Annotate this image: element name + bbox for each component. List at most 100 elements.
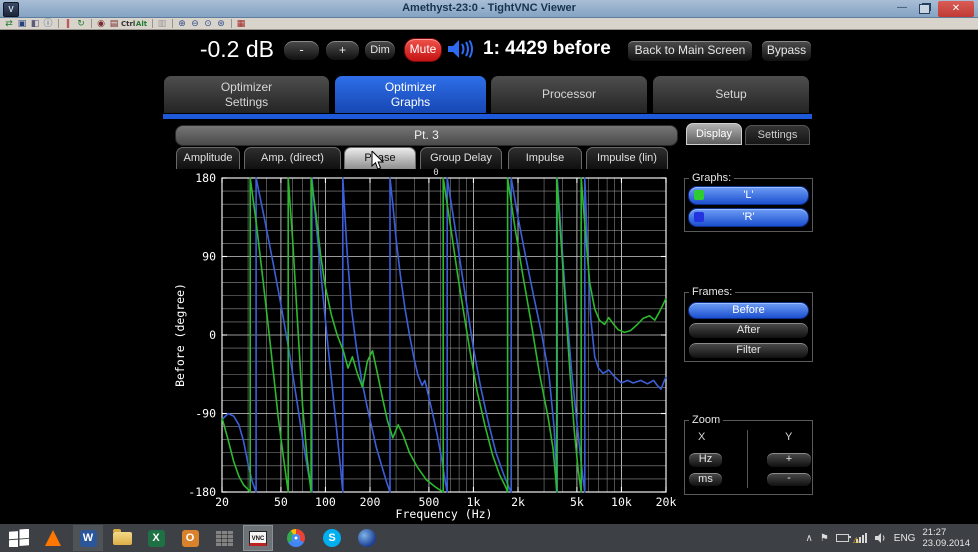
toolbar-separator (172, 19, 173, 28)
zoom-y-plus-button[interactable]: + (766, 452, 812, 468)
graph-tab-amplitude[interactable]: Amplitude (176, 147, 240, 169)
frame-after-button[interactable]: After (688, 322, 809, 339)
tray-chevron-icon[interactable]: ∧ (805, 533, 812, 544)
graph-l-button[interactable]: 'L' (688, 186, 809, 205)
start-button[interactable] (4, 525, 34, 551)
main-tab-processor[interactable]: Processor (490, 75, 648, 114)
network-icon[interactable]: ⚠ (856, 533, 868, 543)
volume-level-label: -0.2 dB (178, 36, 274, 63)
titlebar: V Amethyst-23:0 - TightVNC Viewer — ✕ (0, 0, 978, 18)
zoom-x-hz-button[interactable]: Hz (688, 452, 723, 468)
restore-button[interactable] (919, 4, 930, 14)
tray-volume-icon[interactable] (875, 533, 887, 543)
refresh-icon[interactable]: ↻ (75, 19, 87, 29)
frame-filter-button[interactable]: Filter (688, 342, 809, 359)
taskbar-explorer-icon[interactable] (107, 525, 137, 551)
clock[interactable]: 21:27 23.09.2014 (922, 527, 970, 549)
main-tab-setup[interactable]: Setup (652, 75, 810, 114)
point-selector[interactable]: Pt. 3 (175, 125, 678, 146)
connection-options-icon[interactable]: ◧ (29, 19, 41, 29)
frames-group-label: Frames: (689, 286, 735, 298)
taskbar-player-icon[interactable] (352, 525, 382, 551)
graph-tab-amp-direct-[interactable]: Amp. (direct) (244, 147, 341, 169)
y-axis-title: Before (degree) (173, 283, 187, 387)
taskbar-vnc-icon[interactable]: VNC (243, 525, 273, 551)
zoom-in-icon[interactable]: ⊕ (176, 19, 188, 29)
graphs-group-label: Graphs: (689, 172, 734, 184)
taskbar-excel-icon[interactable]: X (141, 525, 171, 551)
keyboard-icon[interactable]: ▤ (108, 19, 120, 29)
toolbar-separator (231, 19, 232, 28)
network-warning-icon: ⚠ (853, 537, 860, 545)
zoom-auto-icon[interactable]: ⊛ (215, 19, 227, 29)
r-color-swatch (694, 212, 704, 222)
x-tick-label: 200 (360, 495, 381, 509)
zoom-x-ms-button[interactable]: ms (688, 472, 723, 487)
taskbar-skype-icon[interactable]: S (317, 525, 347, 551)
new-connection-icon[interactable]: ⇄ (3, 19, 15, 29)
toolbar-separator (152, 19, 153, 28)
ctrl-key-label[interactable]: Ctrl (121, 19, 134, 29)
main-tab-optimizer-settings[interactable]: OptimizerSettings (163, 75, 330, 114)
volume-minus-button[interactable]: - (283, 40, 320, 61)
alt-key-label[interactable]: Alt (135, 19, 148, 29)
stray-zero-label: 0 (433, 168, 438, 178)
zoom-y-minus-button[interactable]: - (766, 472, 812, 487)
pause-icon[interactable]: ‖ (62, 19, 74, 29)
back-to-main-screen-button[interactable]: Back to Main Screen (627, 40, 753, 62)
graph-tab-group-delay[interactable]: Group Delay (420, 147, 502, 169)
taskbar-vlc-icon[interactable] (38, 525, 68, 551)
dim-button[interactable]: Dim (364, 40, 396, 61)
tab-display[interactable]: Display (686, 123, 742, 145)
taskbar: ∧ ⚑ ⚠ ENG 21:27 23.09.2014 W XO VNC S (0, 524, 978, 552)
tab-settings[interactable]: Settings (745, 125, 810, 145)
y-tick-label: 180 (195, 171, 216, 185)
mute-button[interactable]: Mute (404, 38, 442, 62)
y-tick-label: -180 (188, 485, 216, 499)
taskbar-outlook-icon[interactable]: O (175, 525, 205, 551)
screen: V Amethyst-23:0 - TightVNC Viewer — ✕ ⇄▣… (0, 0, 978, 552)
volume-plus-button[interactable]: + (325, 40, 360, 61)
action-center-icon[interactable]: ⚑ (820, 533, 829, 544)
l-color-swatch (694, 190, 704, 200)
close-button[interactable]: ✕ (938, 1, 974, 17)
phase-chart: 180900-90-18020501002005001k2k5k10k20kFr… (160, 168, 680, 524)
y-tick-label: -90 (195, 407, 216, 421)
mouse-cursor (371, 151, 385, 171)
toolbar-separator (58, 19, 59, 28)
x-tick-label: 5k (570, 495, 584, 509)
graph-tab-impulse-lin-[interactable]: Impulse (lin) (586, 147, 668, 169)
zoom-y-label: Y (785, 431, 792, 443)
frame-before-button[interactable]: Before (688, 302, 809, 319)
zoom-100-icon[interactable]: ⊙ (202, 19, 214, 29)
remote-screen: -0.2 dB - + Dim Mute 1: 4429 before Back… (0, 30, 978, 524)
taskbar-chrome-icon[interactable] (281, 525, 311, 551)
toolbar-separator (91, 19, 92, 28)
zoom-out-icon[interactable]: ⊖ (189, 19, 201, 29)
y-tick-label: 0 (209, 328, 216, 342)
ctrl-alt-del-icon[interactable]: ◉ (95, 19, 107, 29)
fullscreen-icon[interactable]: ▦ (235, 19, 247, 29)
preset-status-label: 1: 4429 before (483, 38, 623, 60)
connection-info-icon[interactable]: ⓘ (42, 19, 54, 29)
system-tray: ∧ ⚑ ⚠ ENG 21:27 23.09.2014 (805, 524, 970, 552)
x-tick-label: 2k (511, 495, 525, 509)
save-session-icon[interactable]: ▣ (16, 19, 28, 29)
taskbar-bricks-icon[interactable] (209, 525, 239, 551)
graph-tab-impulse[interactable]: Impulse (508, 147, 582, 169)
y-tick-label: 90 (202, 250, 216, 264)
window-title: Amethyst-23:0 - TightVNC Viewer (0, 2, 978, 14)
zoom-x-label: X (698, 431, 705, 443)
battery-icon[interactable] (836, 534, 849, 542)
minimize-button[interactable]: — (893, 1, 911, 16)
x-tick-label: 50 (274, 495, 288, 509)
language-indicator[interactable]: ENG (894, 533, 916, 544)
zoom-divider (747, 430, 748, 488)
taskbar-word-icon[interactable]: W (73, 525, 103, 551)
bypass-button[interactable]: Bypass (761, 40, 812, 62)
graph-r-button[interactable]: 'R' (688, 208, 809, 227)
main-tab-optimizer-graphs[interactable]: OptimizerGraphs (334, 75, 487, 114)
active-tab-underline (163, 114, 812, 119)
vnc-toolbar: ⇄▣◧ⓘ ‖↻ ◉▤CtrlAlt ▥ ⊕⊖⊙⊛ ▦ (0, 18, 978, 30)
file-transfer-icon[interactable]: ▥ (156, 19, 168, 29)
